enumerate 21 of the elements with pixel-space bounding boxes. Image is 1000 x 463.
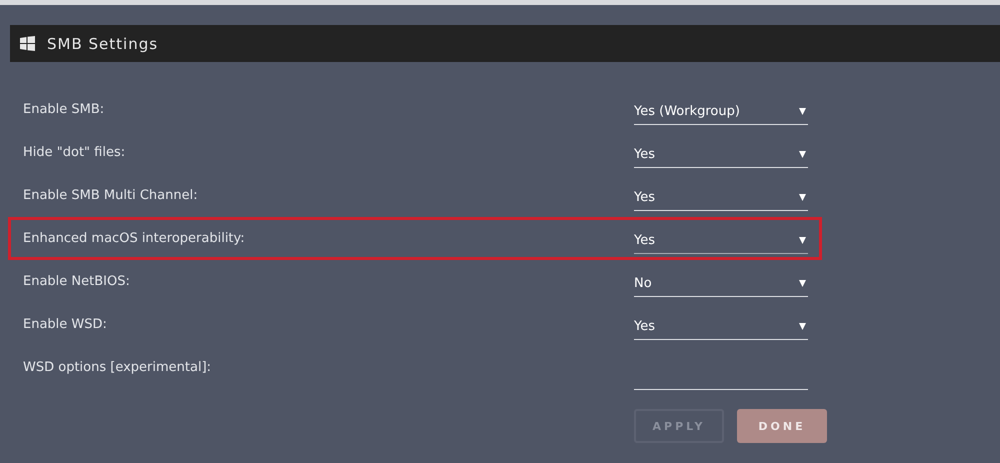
- windows-logo-icon: [20, 36, 35, 51]
- caret-icon: [799, 194, 806, 200]
- caret-icon: [799, 280, 806, 286]
- select-field[interactable]: Yes: [634, 142, 808, 168]
- caret-icon: [799, 236, 806, 244]
- setting-label: WSD options [experimental]:: [22, 360, 212, 375]
- setting-label: Enable NetBIOS:: [22, 274, 131, 289]
- setting-label: Enable SMB Multi Channel:: [22, 188, 199, 203]
- select-field[interactable]: No: [634, 270, 808, 296]
- select-field[interactable]: Yes: [634, 184, 808, 210]
- panel-title: SMB Settings: [47, 34, 158, 52]
- select-field[interactable]: Yes: [634, 228, 808, 254]
- select-field[interactable]: Yes (Workgroup): [634, 98, 808, 124]
- setting-label: Enable WSD:: [22, 317, 108, 332]
- caret-icon: [799, 322, 806, 330]
- caret-icon: [799, 150, 806, 158]
- select-field[interactable]: Yes: [634, 314, 808, 340]
- setting-label: Enable SMB:: [22, 102, 106, 117]
- setting-label: Hide "dot" files:: [22, 145, 126, 160]
- setting-label: Enhanced macOS interoperability:: [22, 231, 246, 246]
- caret-icon: [799, 108, 806, 114]
